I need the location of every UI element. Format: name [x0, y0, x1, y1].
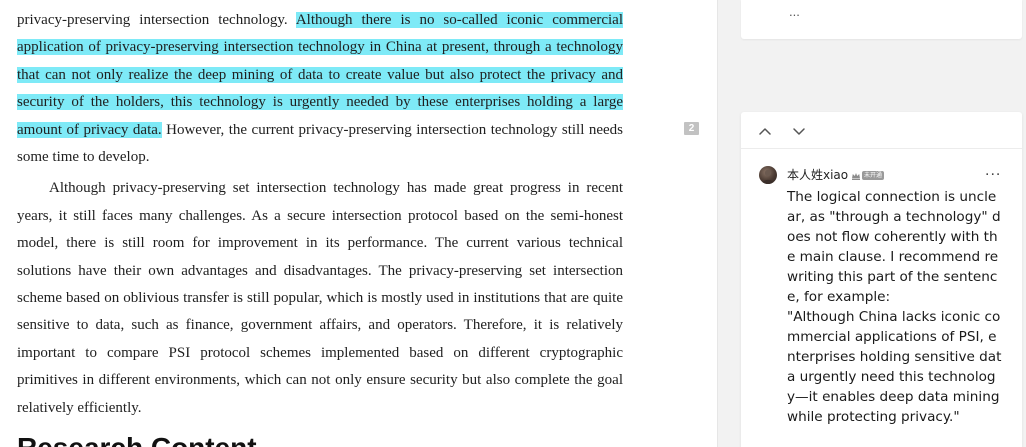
comment-navigation — [741, 112, 1022, 149]
section-heading: Research Content — [17, 432, 257, 447]
paragraph-2[interactable]: Although privacy-preserving set intersec… — [17, 175, 623, 422]
previous-comment-ellipsis: ... — [789, 4, 800, 19]
document-body: privacy-preserving intersection technolo… — [17, 7, 623, 422]
document-page: privacy-preserving intersection technolo… — [0, 0, 640, 447]
document-editor-view: privacy-preserving intersection technolo… — [0, 0, 1026, 447]
vip-crown-icon — [852, 172, 860, 180]
chevron-down-icon[interactable] — [791, 123, 807, 139]
avatar[interactable] — [759, 166, 777, 184]
paragraph-1[interactable]: privacy-preserving intersection technolo… — [17, 7, 623, 171]
comments-panel: ... 本人姓xiao 未开通 ... The logical connecti… — [717, 0, 1026, 447]
member-badge-label: 未开通 — [862, 171, 885, 180]
page-number-marker: 2 — [684, 122, 699, 135]
comment-author: 本人姓xiao — [787, 168, 849, 182]
paragraph-1-before: privacy-preserving intersection technolo… — [17, 12, 296, 28]
more-options-icon[interactable]: ... — [985, 162, 1001, 180]
comment-text: The logical connection is unclear, as "t… — [787, 189, 1002, 425]
chevron-up-icon[interactable] — [757, 123, 773, 139]
previous-comment-card[interactable]: ... — [741, 0, 1022, 39]
highlighted-comment-range[interactable]: Although there is no so-called iconic co… — [17, 12, 623, 138]
member-badge: 未开通 — [851, 170, 885, 181]
comment-card[interactable]: 本人姓xiao 未开通 ... The logical connection i… — [741, 112, 1022, 447]
